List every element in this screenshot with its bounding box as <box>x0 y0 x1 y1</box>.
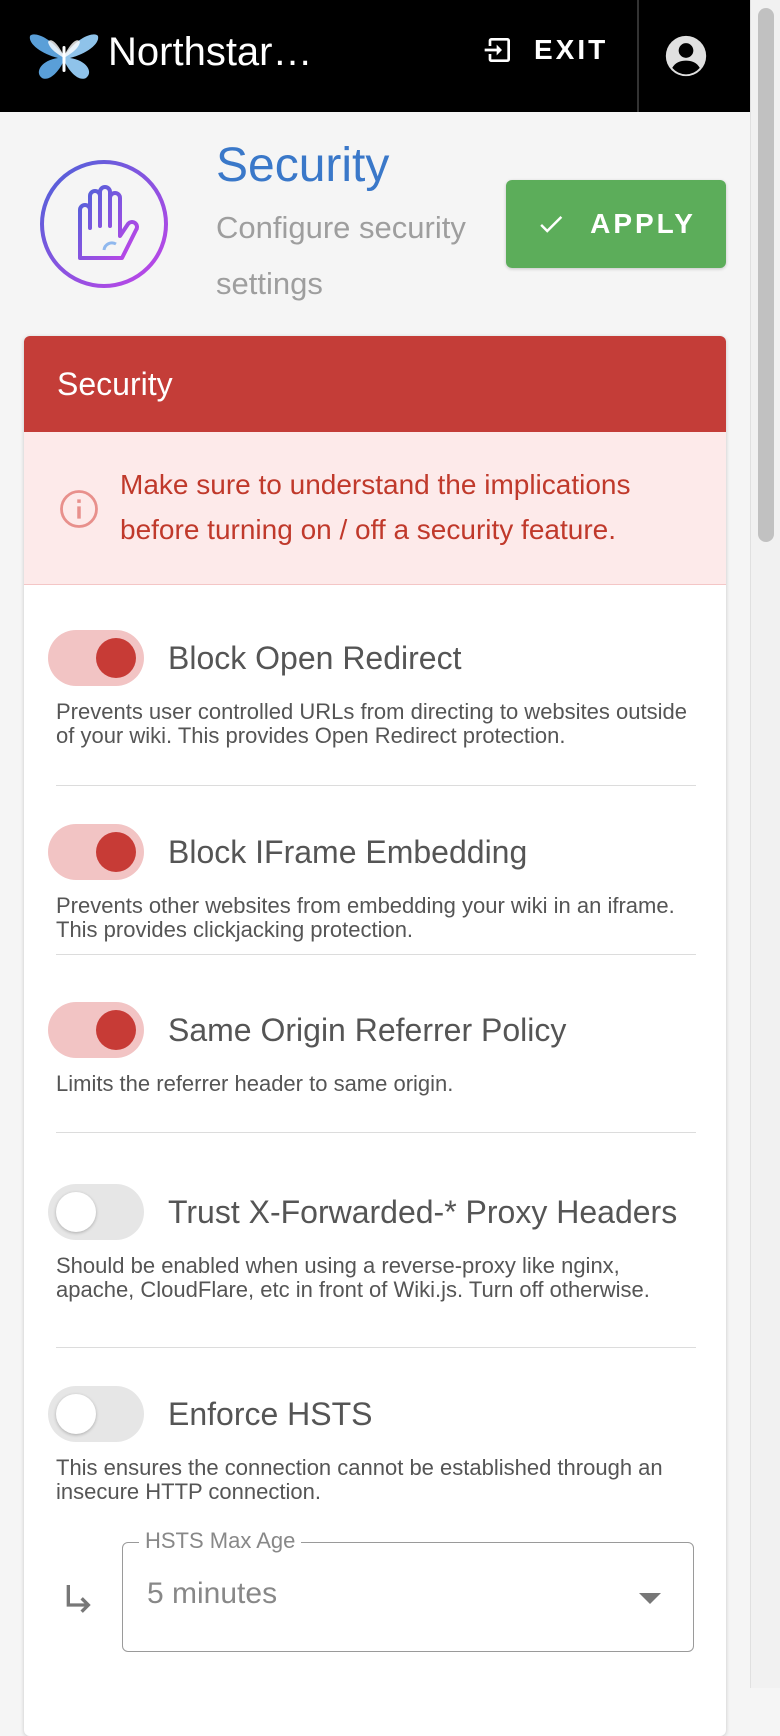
divider <box>56 954 696 955</box>
page-subtitle: Configure security settings <box>216 210 466 301</box>
exit-icon <box>484 38 510 62</box>
page-title: Security <box>216 139 390 192</box>
setting-description: Should be enabled when using a reverse-p… <box>56 1253 650 1302</box>
toolbar-divider <box>637 0 639 112</box>
toggle-block-iframe-embedding[interactable] <box>48 824 144 880</box>
setting-label: Block IFrame Embedding <box>168 834 528 870</box>
setting-label: Trust X-Forwarded-* Proxy Headers <box>168 1194 678 1230</box>
divider <box>56 1132 696 1133</box>
subdirectory-arrow-icon <box>66 1585 91 1613</box>
exit-label: EXIT <box>534 34 609 65</box>
divider <box>56 785 696 786</box>
select-legend: HSTS Max Age <box>139 1528 302 1554</box>
setting-description: This ensures the connection cannot be es… <box>56 1455 663 1504</box>
apply-button[interactable]: APPLY <box>506 180 726 268</box>
hsts-max-age-select[interactable]: HSTS Max Age 5 minutes <box>122 1528 694 1652</box>
info-circle-icon <box>60 490 98 528</box>
toggle-knob <box>96 832 136 872</box>
security-card: Security Make sure to understand the imp… <box>24 336 726 1736</box>
toggle-trust-proxy-headers[interactable] <box>48 1184 144 1240</box>
setting-description: Limits the referrer header to same origi… <box>56 1071 454 1096</box>
dropdown-caret-icon <box>639 1593 661 1604</box>
divider <box>56 1347 696 1348</box>
toggle-knob <box>96 638 136 678</box>
top-app-bar: Northstar… EXIT <box>0 0 750 112</box>
card-title: Security <box>24 336 726 432</box>
check-icon <box>540 216 563 233</box>
setting-description: Prevents other websites from embedding y… <box>56 893 675 942</box>
exit-button[interactable]: EXIT <box>482 34 608 66</box>
setting-description: Prevents user controlled URLs from direc… <box>56 699 687 748</box>
hand-shield-icon <box>40 160 168 288</box>
apply-label: APPLY <box>590 208 696 239</box>
app-title[interactable]: Northstar… <box>108 30 313 75</box>
setting-label: Block Open Redirect <box>168 640 462 676</box>
toggle-block-open-redirect[interactable] <box>48 630 144 686</box>
select-value: 5 minutes <box>147 1577 278 1610</box>
toggle-knob <box>56 1192 96 1232</box>
toggle-enforce-hsts[interactable] <box>48 1386 144 1442</box>
account-circle-icon[interactable] <box>664 34 708 78</box>
toggle-same-origin-referrer[interactable] <box>48 1002 144 1058</box>
setting-label: Enforce HSTS <box>168 1396 373 1432</box>
warning-alert: Make sure to understand the implications… <box>24 432 726 585</box>
scrollbar-thumb[interactable] <box>758 8 774 542</box>
toggle-knob <box>96 1010 136 1050</box>
butterfly-logo-icon[interactable] <box>28 26 100 84</box>
alert-text: Make sure to understand the implications… <box>120 469 631 545</box>
setting-label: Same Origin Referrer Policy <box>168 1012 567 1048</box>
toggle-knob <box>56 1394 96 1434</box>
